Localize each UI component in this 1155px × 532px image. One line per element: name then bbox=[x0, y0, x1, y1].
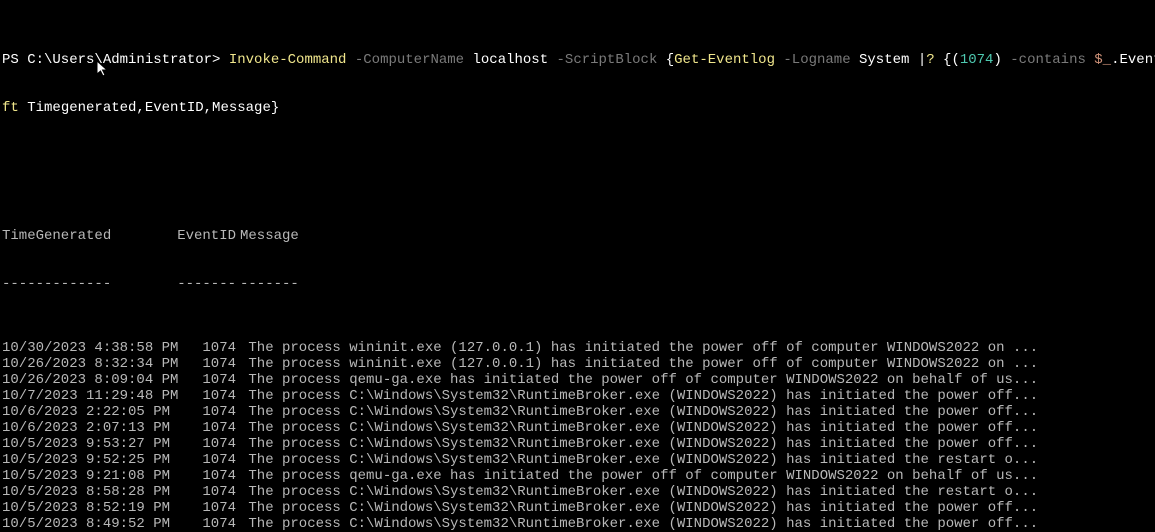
cell-eventid: 1074 bbox=[172, 500, 240, 516]
cell-eventid: 1074 bbox=[172, 468, 240, 484]
cell-timegenerated: 10/30/2023 4:38:58 PM bbox=[2, 340, 172, 356]
cell-eventid: 1074 bbox=[172, 404, 240, 420]
table-row: 10/5/2023 9:53:27 PM1074 The process C:\… bbox=[2, 436, 1153, 452]
cmdlet-get-eventlog: Get-Eventlog bbox=[674, 52, 775, 68]
table-row: 10/5/2023 9:21:08 PM1074 The process qem… bbox=[2, 468, 1153, 484]
cell-message: The process qemu-ga.exe has initiated th… bbox=[240, 468, 1038, 484]
cell-message: The process C:\Windows\System32\RuntimeB… bbox=[240, 404, 1038, 420]
cell-message: The process C:\Windows\System32\RuntimeB… bbox=[240, 452, 1038, 468]
cell-message: The process C:\Windows\System32\RuntimeB… bbox=[240, 500, 1038, 516]
cell-timegenerated: 10/26/2023 8:32:34 PM bbox=[2, 356, 172, 372]
cell-eventid: 1074 bbox=[172, 516, 240, 532]
where-alias: ? bbox=[926, 52, 943, 68]
param-computername: -ComputerName bbox=[346, 52, 472, 68]
table-row: 10/26/2023 8:32:34 PM1074 The process wi… bbox=[2, 356, 1153, 372]
header-message: Message bbox=[240, 228, 299, 244]
cell-message: The process C:\Windows\System32\RuntimeB… bbox=[240, 484, 1038, 500]
table-row: 10/5/2023 8:58:28 PM1074 The process C:\… bbox=[2, 484, 1153, 500]
header-eventid: EventID bbox=[172, 228, 240, 244]
cmdlet-invoke-command: Invoke-Command bbox=[229, 52, 347, 68]
dot-eventid: .EventID bbox=[1111, 52, 1155, 68]
cell-timegenerated: 10/5/2023 9:21:08 PM bbox=[2, 468, 172, 484]
cell-timegenerated: 10/5/2023 9:53:27 PM bbox=[2, 436, 172, 452]
arg-system: System bbox=[859, 52, 918, 68]
event-id-literal: 1074 bbox=[960, 52, 994, 68]
cell-message: The process wininit.exe (127.0.0.1) has … bbox=[240, 356, 1038, 372]
table-header-underline: ------------- ------- ------- bbox=[2, 276, 1153, 292]
table-row: 10/5/2023 8:49:52 PM1074 The process C:\… bbox=[2, 516, 1153, 532]
cell-message: The process qemu-ga.exe has initiated th… bbox=[240, 372, 1038, 388]
cell-timegenerated: 10/5/2023 9:52:25 PM bbox=[2, 452, 172, 468]
command-line-2: ft Timegenerated,EventID,Message} bbox=[2, 100, 1153, 116]
cell-message: The process C:\Windows\System32\RuntimeB… bbox=[240, 436, 1038, 452]
ps-prompt: PS C:\Users\Administrator> bbox=[2, 52, 229, 68]
cell-eventid: 1074 bbox=[172, 340, 240, 356]
cell-timegenerated: 10/5/2023 8:58:28 PM bbox=[2, 484, 172, 500]
ft-alias: ft bbox=[2, 100, 27, 116]
table-row: 10/26/2023 8:09:04 PM1074 The process qe… bbox=[2, 372, 1153, 388]
powershell-terminal[interactable]: PS C:\Users\Administrator> Invoke-Comman… bbox=[0, 0, 1155, 532]
arg-localhost: localhost bbox=[473, 52, 549, 68]
ft-args: Timegenerated,EventID,Message bbox=[27, 100, 271, 116]
cell-timegenerated: 10/5/2023 8:52:19 PM bbox=[2, 500, 172, 516]
cell-message: The process C:\Windows\System32\RuntimeB… bbox=[240, 516, 1038, 532]
cell-eventid: 1074 bbox=[172, 420, 240, 436]
table-row: 10/6/2023 2:07:13 PM1074 The process C:\… bbox=[2, 420, 1153, 436]
table-body: 10/30/2023 4:38:58 PM1074 The process wi… bbox=[2, 340, 1153, 532]
cell-eventid: 1074 bbox=[172, 452, 240, 468]
header-underline-msg: ------- bbox=[240, 276, 299, 292]
cell-timegenerated: 10/6/2023 2:22:05 PM bbox=[2, 404, 172, 420]
brace-open: { bbox=[666, 52, 674, 68]
cell-eventid: 1074 bbox=[172, 356, 240, 372]
pipe-1: | bbox=[918, 52, 926, 68]
paren-open: ( bbox=[951, 52, 959, 68]
cell-message: The process wininit.exe (127.0.0.1) has … bbox=[240, 340, 1038, 356]
cell-timegenerated: 10/26/2023 8:09:04 PM bbox=[2, 372, 172, 388]
cell-eventid: 1074 bbox=[172, 436, 240, 452]
table-row: 10/5/2023 8:52:19 PM1074 The process C:\… bbox=[2, 500, 1153, 516]
param-scriptblock: -ScriptBlock bbox=[548, 52, 666, 68]
table-row: 10/6/2023 2:22:05 PM1074 The process C:\… bbox=[2, 404, 1153, 420]
cell-timegenerated: 10/6/2023 2:07:13 PM bbox=[2, 420, 172, 436]
table-row: 10/30/2023 4:38:58 PM1074 The process wi… bbox=[2, 340, 1153, 356]
cell-timegenerated: 10/5/2023 8:49:52 PM bbox=[2, 516, 172, 532]
cell-eventid: 1074 bbox=[172, 388, 240, 404]
paren-close: ) bbox=[993, 52, 1001, 68]
cell-eventid: 1074 bbox=[172, 484, 240, 500]
cell-eventid: 1074 bbox=[172, 372, 240, 388]
operator-contains: -contains bbox=[1002, 52, 1094, 68]
param-logname: -Logname bbox=[775, 52, 859, 68]
cell-timegenerated: 10/7/2023 11:29:48 PM bbox=[2, 388, 172, 404]
table-header: TimeGenerated EventID Message bbox=[2, 228, 1153, 244]
table-row: 10/5/2023 9:52:25 PM1074 The process C:\… bbox=[2, 452, 1153, 468]
command-line-1: PS C:\Users\Administrator> Invoke-Comman… bbox=[2, 52, 1153, 68]
cell-message: The process C:\Windows\System32\RuntimeB… bbox=[240, 388, 1038, 404]
header-timegenerated: TimeGenerated bbox=[2, 228, 172, 244]
brace-close: } bbox=[271, 100, 279, 116]
header-underline-eid: ------- bbox=[172, 276, 240, 292]
header-underline-time: ------------- bbox=[2, 276, 172, 292]
dollar-underscore: $_ bbox=[1094, 52, 1111, 68]
table-row: 10/7/2023 11:29:48 PM1074 The process C:… bbox=[2, 388, 1153, 404]
cell-message: The process C:\Windows\System32\RuntimeB… bbox=[240, 420, 1038, 436]
